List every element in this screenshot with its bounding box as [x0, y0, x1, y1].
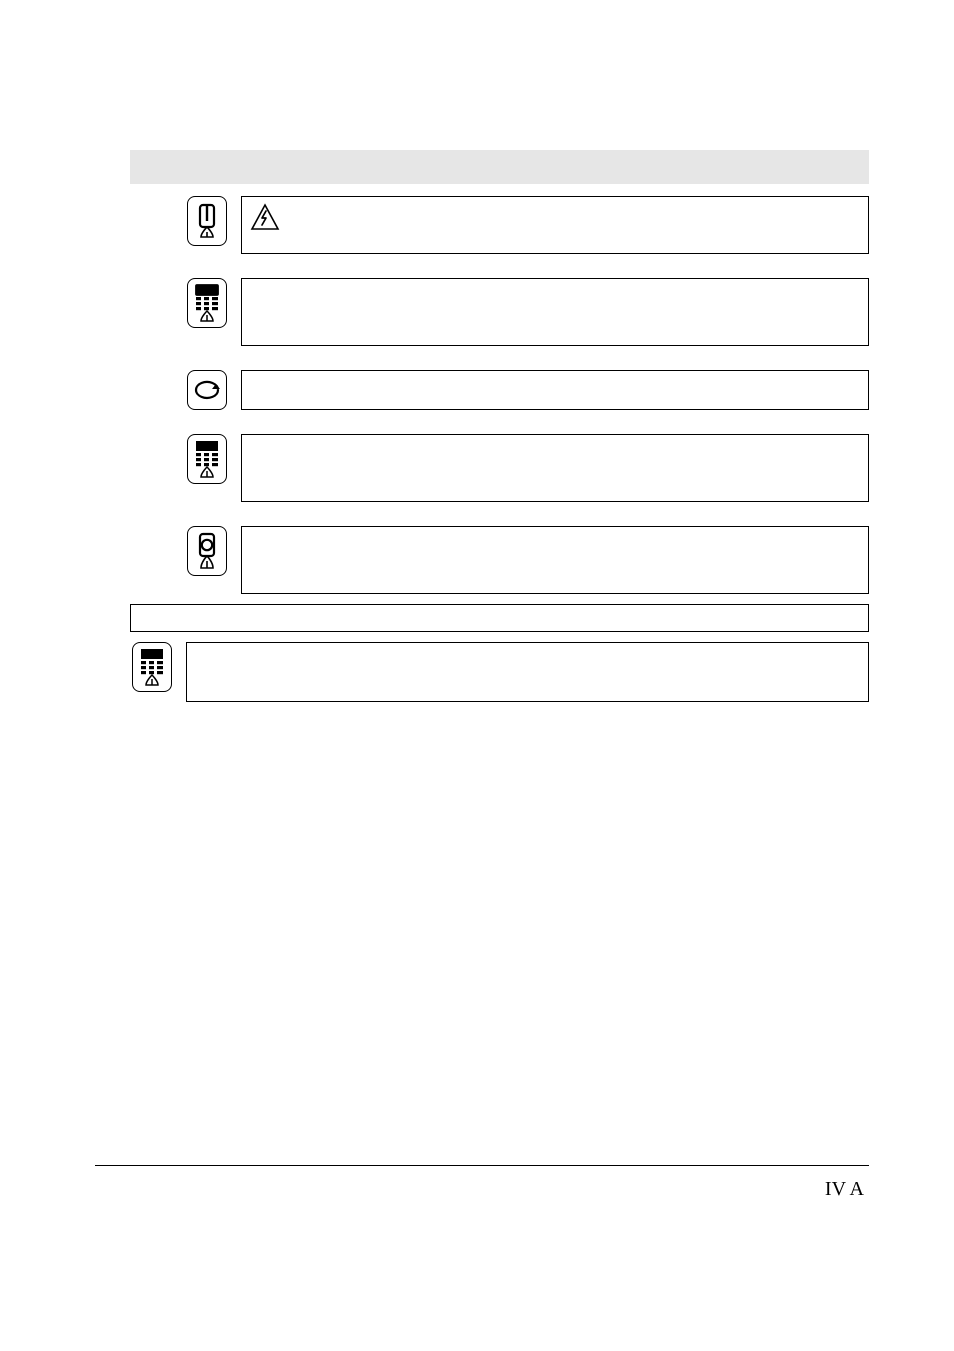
step-row [185, 526, 869, 594]
lower-step-row [130, 642, 869, 702]
lower-step-content [186, 642, 869, 702]
step-row [185, 278, 869, 346]
lower-narrow-box [130, 604, 869, 632]
keypad-icon [187, 434, 227, 484]
step-content [241, 278, 869, 346]
step-row [185, 370, 869, 410]
step-content [241, 434, 869, 502]
step-icon-slot [185, 278, 229, 346]
step-row [185, 196, 869, 254]
keypad-icon [132, 642, 172, 692]
step-row [185, 434, 869, 502]
switch-on-icon [187, 196, 227, 246]
keypad-icon [187, 278, 227, 328]
step-icon-slot [185, 370, 229, 410]
voltage-warning-icon [250, 203, 280, 231]
step-icon-slot [185, 434, 229, 502]
step-icon-slot [185, 526, 229, 594]
footer-rule [95, 1165, 869, 1166]
step-icon-slot [185, 196, 229, 254]
gray-header-bar [130, 150, 869, 184]
loop-icon [187, 370, 227, 410]
step-content [241, 370, 869, 410]
step-content [241, 196, 869, 254]
step-list [130, 196, 869, 594]
page-footer-label: IV A [825, 1178, 864, 1201]
step-content [241, 526, 869, 594]
switch-off-icon [187, 526, 227, 576]
step-icon-slot [130, 642, 174, 702]
